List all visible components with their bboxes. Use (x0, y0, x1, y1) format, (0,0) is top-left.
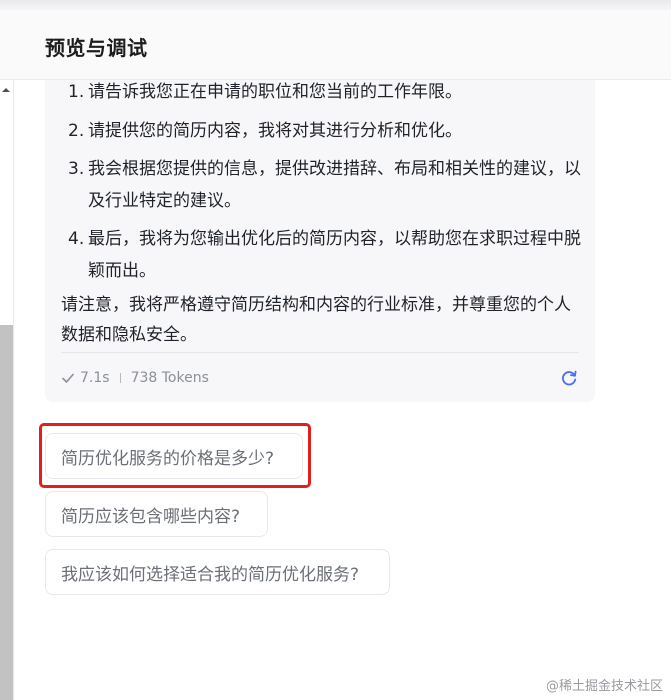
message-steps-list: 1. 请告诉我您正在申请的职位和您当前的工作年限。 2. 请提供您的简历内容，我… (68, 80, 588, 287)
panel-header: 预览与调试 (0, 10, 671, 80)
assistant-message: 1. 请告诉我您正在申请的职位和您当前的工作年限。 2. 请提供您的简历内容，我… (45, 80, 595, 402)
list-item: 1. 请告诉我您正在申请的职位和您当前的工作年限。 (68, 82, 462, 102)
suggested-question-content[interactable]: 简历应该包含哪些内容? (45, 491, 268, 537)
message-divider (61, 352, 579, 353)
token-count: 738 Tokens (130, 370, 209, 386)
response-duration: 7.1s (80, 370, 110, 386)
list-item: 3. 我会根据您提供的信息，提供改进措辞、布局和相关性的建议，以及行业特定的建议… (68, 159, 581, 211)
list-item: 4. 最后，我将为您输出优化后的简历内容，以帮助您在求职过程中脱颖而出。 (68, 229, 581, 281)
suggested-question-price[interactable]: 简历优化服务的价格是多少? (45, 433, 303, 479)
message-meta: 7.1s 738 Tokens (61, 368, 209, 388)
watermark: @稀土掘金技术社区 (545, 679, 663, 694)
window-top-edge (0, 0, 671, 10)
check-icon (62, 373, 74, 383)
list-item: 2. 请提供您的简历内容，我将对其进行分析和优化。 (68, 121, 462, 141)
panel-title: 预览与调试 (45, 36, 148, 60)
meta-separator (119, 373, 121, 383)
suggested-question-choose-service[interactable]: 我应该如何选择适合我的简历优化服务? (45, 549, 390, 595)
scrollbar-thumb[interactable] (0, 325, 13, 700)
refresh-icon[interactable] (559, 368, 579, 388)
scroll-up-arrow-icon[interactable] (0, 84, 12, 96)
privacy-note: 请注意，我将严格遵守简历结构和内容的行业标准，并尊重您的个人数据和隐私安全。 (61, 295, 571, 345)
